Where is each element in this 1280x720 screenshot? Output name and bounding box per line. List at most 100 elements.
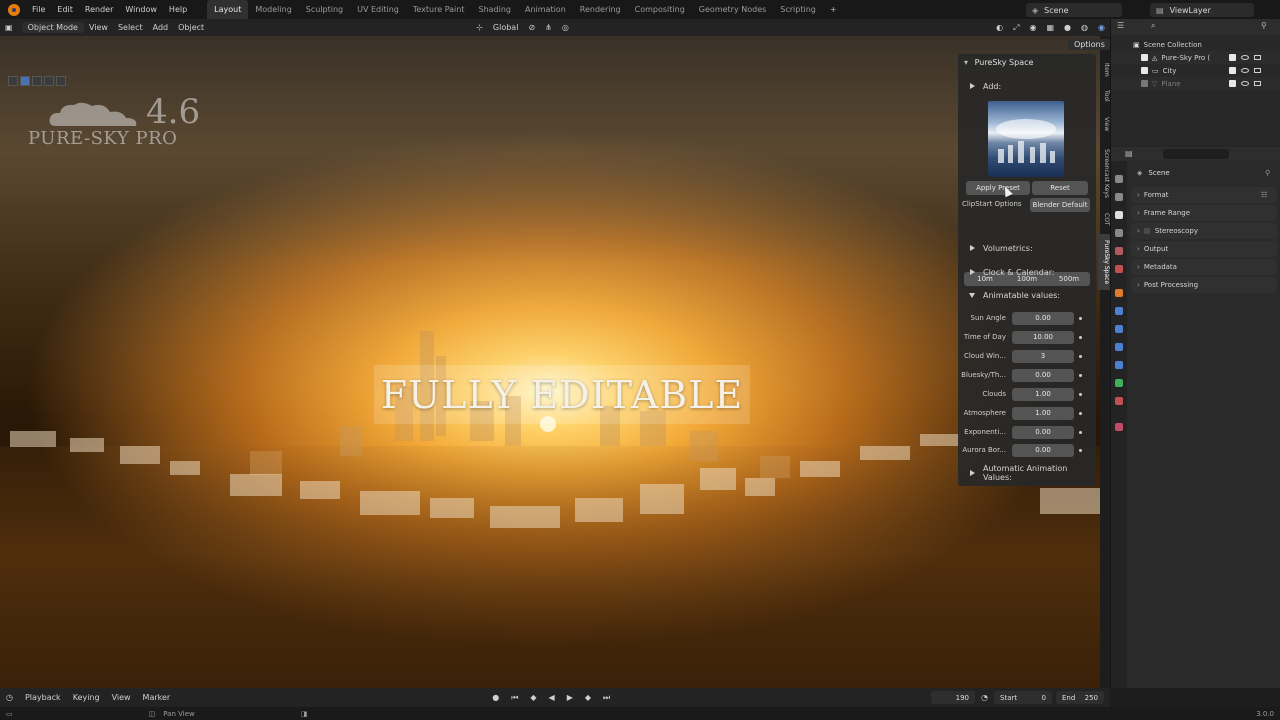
menu-help[interactable]: Help [163, 0, 193, 19]
exclude-checkbox-icon[interactable] [1229, 80, 1236, 87]
checkbox-icon[interactable] [1141, 80, 1148, 87]
material-icon[interactable] [1115, 397, 1123, 405]
blender-logo-icon[interactable] [8, 3, 20, 16]
animatable-values-section[interactable]: Animatable values: [958, 289, 1096, 301]
viewport-options-dropdown[interactable]: Options [1068, 39, 1111, 50]
render-icon[interactable] [1115, 193, 1123, 201]
prop-value-field[interactable]: 10.00 [1012, 331, 1074, 344]
panel-stereoscopy[interactable]: › Stereoscopy [1131, 223, 1277, 239]
volumetrics-section[interactable]: Volumetrics: [958, 242, 1096, 254]
menu-keying[interactable]: Keying [67, 693, 106, 702]
panel-frame-range[interactable]: › Frame Range [1131, 205, 1277, 221]
checkbox-icon[interactable] [1141, 54, 1148, 61]
exclude-checkbox-icon[interactable] [1229, 54, 1236, 61]
outliner-editor-icon[interactable]: ☰ [1117, 21, 1124, 30]
tab-view[interactable]: View [1098, 112, 1110, 136]
apply-preset-button[interactable]: Apply Preset [966, 181, 1030, 195]
orientation-dropdown[interactable]: Global [488, 23, 524, 32]
clipstart-dropdown[interactable]: Blender Default [1030, 198, 1090, 212]
tab-modeling[interactable]: Modeling [248, 0, 298, 19]
overlay-icon[interactable]: ◉ [1025, 23, 1042, 32]
menu-marker[interactable]: Marker [137, 693, 177, 702]
3d-viewport[interactable]: 4.6 PURE-SKY PRO FULLY EDITABLE [0, 36, 1100, 688]
constraints-icon[interactable] [1115, 361, 1123, 369]
tab-cot[interactable]: COT [1098, 208, 1110, 230]
panel-output[interactable]: › Output [1131, 241, 1277, 257]
world-icon[interactable] [1115, 265, 1123, 273]
menu-edit[interactable]: Edit [51, 0, 79, 19]
physics-icon[interactable] [1115, 343, 1123, 351]
tab-geometry-nodes[interactable]: Geometry Nodes [692, 0, 773, 19]
play-reverse-icon[interactable]: ◀ [543, 693, 561, 702]
keyframe-dot-icon[interactable] [1079, 355, 1082, 358]
object-icon[interactable] [1115, 289, 1123, 297]
add-section[interactable]: Add: [958, 80, 1096, 92]
timeline-editor-icon[interactable]: ◷ [0, 693, 19, 702]
pin-icon[interactable]: ⚲ [1265, 169, 1270, 177]
keyframe-dot-icon[interactable] [1079, 449, 1082, 452]
tab-puresky-space[interactable]: PureSky Space [1098, 234, 1110, 290]
particles-icon[interactable] [1115, 325, 1123, 333]
menu-file[interactable]: File [26, 0, 51, 19]
panel-title[interactable]: ▾ PureSky Space [964, 58, 1033, 67]
properties-search-input[interactable] [1163, 149, 1229, 159]
select-tool-icon[interactable] [8, 76, 18, 86]
prop-value-field[interactable]: 0.00 [1012, 444, 1074, 457]
keyframe-dot-icon[interactable] [1079, 317, 1082, 320]
visibility-icon[interactable]: ◐ [991, 23, 1008, 32]
eye-icon[interactable] [1241, 68, 1249, 73]
pivot-icon[interactable]: ⊘ [523, 23, 540, 32]
eye-icon[interactable] [1241, 55, 1249, 60]
play-icon[interactable]: ▶ [561, 693, 579, 702]
outliner-row[interactable]: ◬ Pure-Sky Pro ( [1111, 51, 1280, 64]
tool-icon[interactable] [1115, 175, 1123, 183]
menu-playback[interactable]: Playback [19, 693, 67, 702]
prop-value-field[interactable]: 0.00 [1012, 369, 1074, 382]
keyframe-dot-icon[interactable] [1079, 431, 1082, 434]
preset-preview-thumbnail[interactable] [988, 101, 1064, 177]
tab-rendering[interactable]: Rendering [573, 0, 628, 19]
tab-layout[interactable]: Layout [207, 0, 249, 19]
outliner-search-icon[interactable]: ⌕ [1151, 21, 1155, 31]
shading-material-icon[interactable]: ◍ [1076, 23, 1093, 32]
record-icon[interactable]: ● [486, 693, 505, 702]
menu-window[interactable]: Window [119, 0, 163, 19]
texture-icon[interactable] [1115, 423, 1123, 431]
tab-item[interactable]: Item [1098, 58, 1110, 82]
menu-view[interactable]: View [84, 23, 113, 32]
select-subtract-icon[interactable] [44, 76, 54, 86]
next-keyframe-icon[interactable]: ◆ [579, 693, 597, 702]
xray-icon[interactable]: ▦ [1041, 23, 1059, 32]
prev-keyframe-icon[interactable]: ◆ [524, 693, 542, 702]
menu-object[interactable]: Object [173, 23, 209, 32]
menu-render[interactable]: Render [79, 0, 119, 19]
keyframe-dot-icon[interactable] [1079, 393, 1082, 396]
eye-icon[interactable] [1241, 81, 1249, 86]
keyframe-dot-icon[interactable] [1079, 336, 1082, 339]
outliner-row-scene-collection[interactable]: ▣ Scene Collection [1111, 38, 1280, 51]
outliner-row[interactable]: ▽ Plane [1111, 77, 1280, 90]
shading-solid-icon[interactable]: ● [1059, 23, 1076, 32]
snap-icon[interactable]: ⋔ [540, 23, 557, 32]
tab-compositing[interactable]: Compositing [628, 0, 692, 19]
panel-metadata[interactable]: › Metadata [1131, 259, 1277, 275]
orientation-icon[interactable]: ⊹ [471, 23, 488, 32]
keyframe-dot-icon[interactable] [1079, 374, 1082, 377]
outliner-row[interactable]: ▭ City [1111, 64, 1280, 77]
menu-add[interactable]: Add [148, 23, 174, 32]
tab-animation[interactable]: Animation [518, 0, 573, 19]
properties-editor-icon[interactable]: ▤ [1125, 149, 1133, 158]
keyframe-dot-icon[interactable] [1079, 412, 1082, 415]
checkbox-icon[interactable] [1141, 67, 1148, 74]
tab-uv-editing[interactable]: UV Editing [350, 0, 406, 19]
tab-scripting[interactable]: Scripting [773, 0, 823, 19]
proportional-edit-icon[interactable]: ◎ [557, 23, 574, 32]
data-icon[interactable] [1115, 379, 1123, 387]
object-mode-dropdown[interactable]: Object Mode [21, 22, 84, 33]
prop-value-field[interactable]: 1.00 [1012, 388, 1074, 401]
tab-sculpting[interactable]: Sculpting [299, 0, 350, 19]
stereoscopy-checkbox-icon[interactable] [1143, 228, 1150, 234]
view-layer-selector[interactable]: ▤ ViewLayer [1150, 3, 1254, 17]
camera-icon[interactable] [1254, 81, 1261, 86]
select-extend-icon[interactable] [32, 76, 42, 86]
